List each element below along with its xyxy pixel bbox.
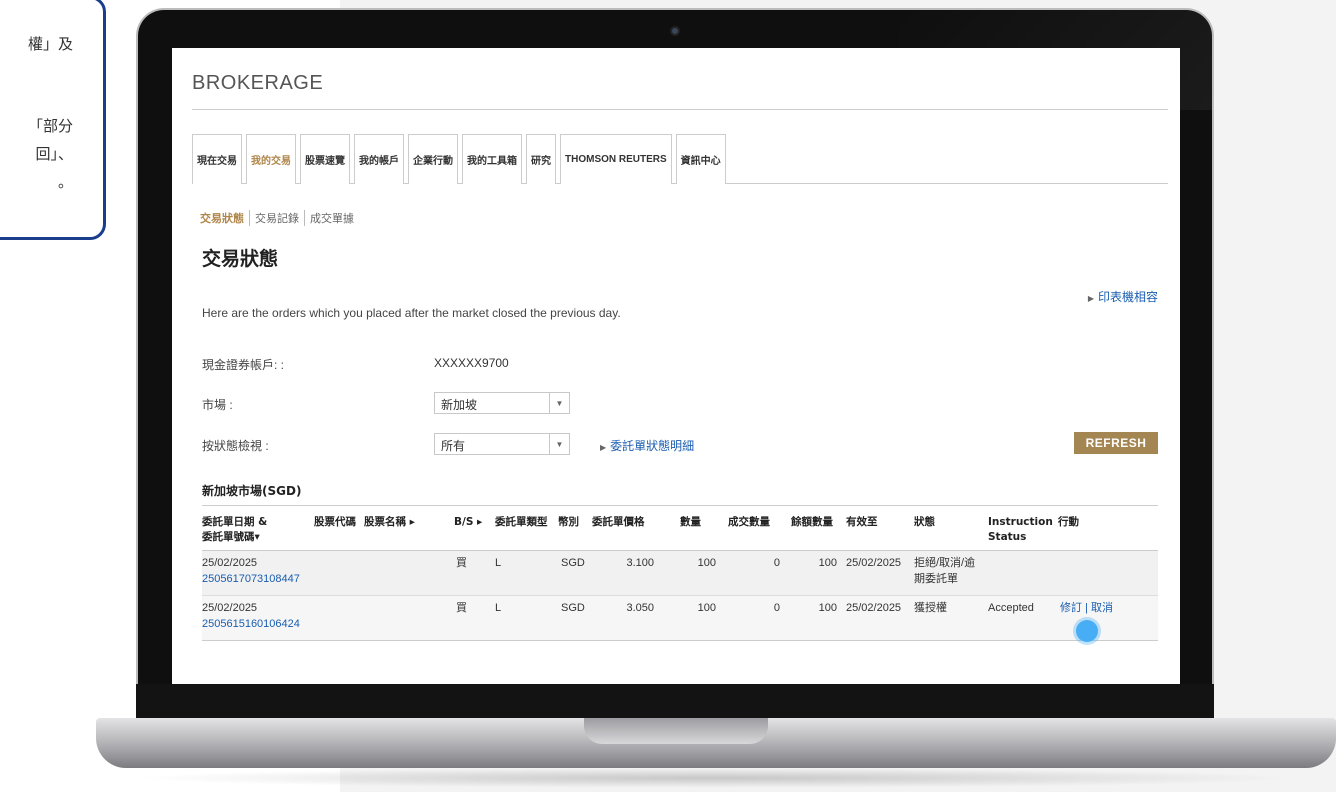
account-label: 現金證券帳戶: : (202, 358, 285, 372)
header-currency: 幣別 (558, 516, 579, 528)
tab-thomson-reuters[interactable]: THOMSON REUTERS (560, 134, 672, 184)
callout-line: 回」、 (35, 145, 73, 163)
order-status: 獲授權 (914, 602, 947, 614)
header-order-date[interactable]: 委託單日期 & 委託單號碼▾ (202, 515, 267, 545)
order-bs: 買 (456, 557, 467, 569)
refresh-button[interactable]: REFRESH (1074, 432, 1158, 454)
status-filter-label: 按狀態檢視 : (202, 439, 269, 453)
header-status: 狀態 (914, 516, 935, 528)
order-bs: 買 (456, 602, 467, 614)
header-valid-until: 有效至 (846, 516, 878, 528)
tab-toolbox[interactable]: 我的工具箱 (462, 134, 522, 184)
print-friendly-link[interactable]: ▶ 印表機相容 (1088, 288, 1158, 305)
brand-title: BROKERAGE (192, 72, 324, 94)
header-action: 行動 (1058, 516, 1079, 528)
tab-info-center[interactable]: 資訊中心 (675, 134, 726, 184)
callout-line: 。 (57, 173, 73, 191)
callout-line: 權」及 (27, 35, 73, 53)
order-status: 拒絕/取消/逾 期委託單 (914, 557, 976, 585)
order-number-link[interactable]: 2505617073108447 (202, 571, 300, 587)
cancel-order-link[interactable]: 取消 (1091, 602, 1113, 614)
header-order-type: 委託單類型 (495, 516, 548, 528)
amend-link[interactable]: 修訂 (1060, 602, 1082, 614)
market-select[interactable]: 新加坡 ▼ (434, 392, 570, 414)
order-date: 25/02/2025 (202, 602, 258, 614)
order-status-detail-link[interactable]: ▶ 委託單狀態明細 (600, 437, 694, 454)
tab-trade-now[interactable]: 現在交易 (192, 134, 242, 184)
callout-line: 「部分 (27, 117, 73, 135)
tab-my-account[interactable]: 我的帳戶 (354, 134, 404, 184)
order-type: L (495, 602, 502, 614)
order-remaining: 100 (818, 557, 837, 569)
main-tabs: 現在交易 我的交易 股票速覽 我的帳戶 企業行動 我的工具箱 研究 THOMSO… (192, 134, 1168, 184)
click-indicator (1076, 620, 1098, 642)
order-currency: SGD (561, 557, 585, 569)
subnav: 交易狀態 交易記錄 成交單據 (200, 210, 359, 226)
arrow-right-icon: ▶ (1087, 294, 1094, 303)
header-remaining-qty: 餘額數量 (791, 516, 833, 528)
header-bs[interactable]: B/S ▸ (454, 515, 482, 530)
caret-down-icon: ▼ (549, 434, 569, 454)
tab-quote[interactable]: 股票速覽 (300, 134, 350, 184)
order-currency: SGD (561, 602, 585, 614)
arrow-right-icon: ▶ (600, 443, 607, 452)
tab-corporate-action[interactable]: 企業行動 (408, 134, 458, 184)
action-separator: | (1085, 602, 1088, 614)
order-price: 3.050 (626, 602, 654, 614)
order-remaining: 100 (818, 602, 837, 614)
callout-box: 權」及 「部分 回」、 。 (0, 0, 106, 240)
order-qty: 100 (697, 557, 716, 569)
order-price: 3.100 (626, 557, 654, 569)
header-order-price: 委託單價格 (592, 516, 645, 528)
intro-text: Here are the orders which you placed aft… (202, 306, 621, 320)
market-section-title: 新加坡市場(SGD) (202, 484, 302, 498)
header-quantity: 數量 (680, 516, 701, 528)
header-instruction-status: Instruction Status (988, 516, 1053, 543)
instruction-status: Accepted (988, 602, 1034, 614)
order-date: 25/02/2025 (202, 557, 258, 569)
header-stock-name[interactable]: 股票名稱 ▸ (364, 515, 415, 530)
order-filled: 0 (773, 602, 780, 614)
tab-research[interactable]: 研究 (526, 134, 556, 184)
subnav-trade-status[interactable]: 交易狀態 (200, 210, 250, 226)
status-filter-select[interactable]: 所有 ▼ (434, 433, 570, 455)
order-qty: 100 (697, 602, 716, 614)
order-number-link[interactable]: 2505615160106424 (202, 616, 300, 632)
order-filled: 0 (773, 557, 780, 569)
order-type: L (495, 557, 502, 569)
market-label: 市場 : (202, 398, 233, 412)
tab-my-trades[interactable]: 我的交易 (246, 134, 296, 184)
header-filled-qty: 成交數量 (728, 516, 770, 528)
action-links: 修訂 | 取消 (1060, 600, 1113, 616)
order-valid-until: 25/02/2025 (846, 557, 902, 569)
camera-icon (670, 26, 680, 36)
header-stock-code: 股票代碼 (314, 516, 356, 528)
page-title: 交易狀態 (202, 248, 279, 270)
laptop-notch (584, 718, 768, 744)
caret-down-icon: ▼ (549, 393, 569, 413)
screen: BROKERAGE 現在交易 我的交易 股票速覽 我的帳戶 企業行動 我的工具箱… (172, 48, 1180, 684)
subnav-trade-history[interactable]: 交易記錄 (250, 210, 305, 226)
order-valid-until: 25/02/2025 (846, 602, 902, 614)
subnav-contract-notes[interactable]: 成交單據 (305, 210, 359, 226)
account-value: XXXXXX9700 (434, 356, 509, 370)
